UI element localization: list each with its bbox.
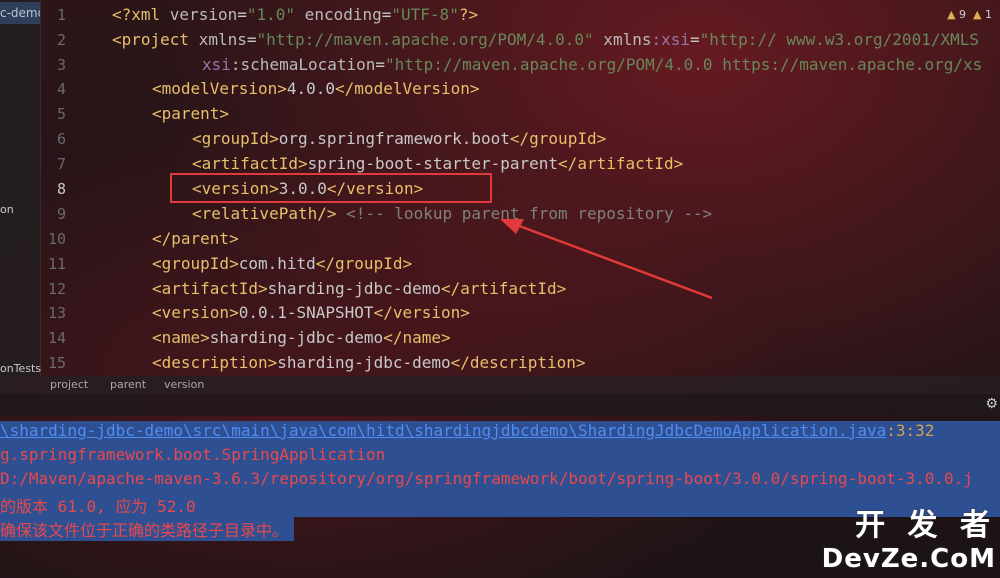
watermark-line-1: 开 发 者 [855, 508, 996, 543]
watermark-line-2: DevZe.CoM [821, 544, 996, 574]
breadcrumb-item-project[interactable]: project [50, 378, 88, 391]
breadcrumb-item-parent[interactable]: parent [110, 378, 146, 391]
gear-icon[interactable]: ⚙ [985, 396, 998, 413]
source-location: :3:32 [886, 421, 935, 440]
breadcrumb: project parent version [0, 376, 1000, 394]
console-line-jar-path: D:/Maven/apache-maven-3.6.3/repository/o… [0, 469, 1000, 493]
run-panel-toolbar: ⚙ [0, 394, 1000, 416]
source-file-link[interactable]: \sharding-jdbc-demo\src\main\java\com\hi… [0, 421, 886, 440]
console-line-classpath-hint: 确保该文件位于正确的类路径子目录中。 [0, 517, 295, 541]
console-line-class: g.springframework.boot.SpringApplication [0, 445, 1000, 469]
console-line-path[interactable]: \sharding-jdbc-demo\src\main\java\com\hi… [0, 421, 1000, 445]
breadcrumb-item-version[interactable]: version [164, 378, 204, 391]
watermark: 开 发 者 DevZe.CoM [822, 500, 996, 574]
